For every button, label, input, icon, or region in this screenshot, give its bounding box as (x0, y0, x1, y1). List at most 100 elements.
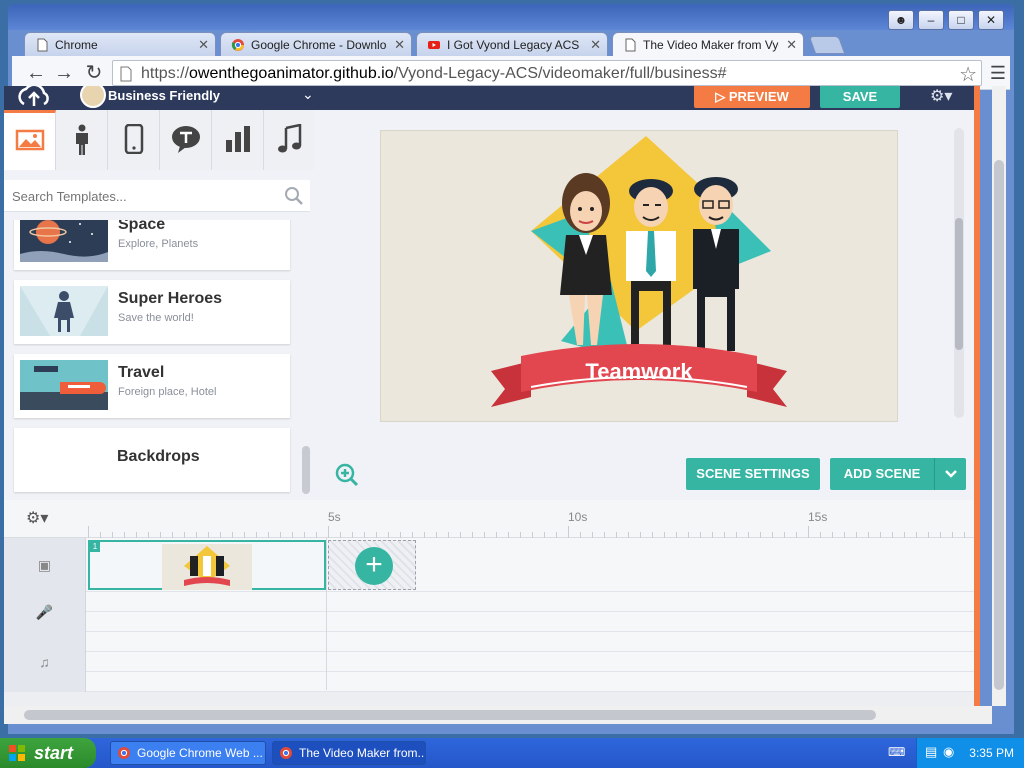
chrome-icon (118, 747, 130, 759)
timeline-scene-1[interactable]: 1 (88, 540, 326, 590)
template-card-backdrops[interactable]: Backdrops (14, 428, 290, 492)
scene-thumbnail (162, 544, 252, 590)
search-input[interactable] (12, 186, 272, 206)
tab-video-maker[interactable]: The Video Maker from Vyond ✕ (612, 32, 804, 57)
scene-banner-text: Teamwork (585, 359, 693, 384)
new-tab-button[interactable] (808, 36, 846, 54)
voice-track-2[interactable] (86, 612, 974, 632)
stage-scrollbar[interactable] (954, 128, 964, 418)
keyboard-icon[interactable]: ⌨ (888, 745, 905, 759)
tab-charts[interactable] (212, 110, 264, 170)
tab-close-icon[interactable]: ✕ (394, 37, 405, 53)
chrome-icon (280, 747, 292, 759)
chevron-down-icon[interactable]: ⌄ (302, 86, 314, 103)
super-heroes-thumbnail (20, 286, 108, 336)
template-card-travel[interactable]: Travel Foreign place, Hotel (14, 354, 290, 418)
template-card-super-heroes[interactable]: Super Heroes Save the world! (14, 280, 290, 344)
music-track[interactable] (86, 632, 974, 652)
start-label: start (34, 743, 74, 763)
forward-arrow-icon[interactable]: → (52, 62, 76, 84)
time-ruler: ⚙▾ 5s 10s 15s (4, 500, 974, 538)
gear-icon[interactable]: ⚙▾ (930, 86, 952, 106)
scene-canvas[interactable]: Teamwork (380, 130, 898, 422)
page-icon (37, 38, 48, 52)
minimize-button[interactable]: – (918, 10, 944, 30)
library-scrollbar[interactable] (302, 446, 310, 494)
timeline-add-scene[interactable]: + (328, 540, 416, 590)
tab-characters[interactable] (56, 110, 108, 170)
tab-text[interactable] (160, 110, 212, 170)
ruler-tick (808, 526, 809, 538)
app-header: Business Friendly ⌄ ▷ PREVIEW SAVE ⚙▾ (4, 86, 974, 110)
page-horizontal-scrollbar[interactable] (4, 706, 992, 724)
search-icon[interactable] (284, 186, 304, 206)
reload-icon[interactable]: ↻ (82, 62, 106, 84)
tab-close-icon[interactable]: ✕ (198, 37, 209, 53)
page-hscroll-thumb[interactable] (24, 710, 876, 720)
back-arrow-icon[interactable]: ← (24, 62, 48, 84)
close-window-button[interactable]: ✕ (978, 10, 1004, 30)
page-icon (120, 66, 132, 82)
music-track-2[interactable] (86, 652, 974, 672)
url-prefix: https:// (141, 65, 190, 82)
address-bar[interactable]: https://owenthegoanimator.github.io/Vyon… (112, 60, 982, 86)
system-tray: ▤ ◉ 3:35 PM (916, 738, 1024, 768)
tab-close-icon[interactable]: ✕ (786, 37, 797, 53)
security-icon[interactable]: ◉ (943, 744, 954, 760)
plus-icon[interactable]: + (355, 547, 393, 585)
taskbar-item-video-maker[interactable]: The Video Maker from... (272, 741, 426, 765)
preview-button[interactable]: ▷ PREVIEW (694, 86, 810, 108)
scene-settings-button[interactable]: SCENE SETTINGS (686, 458, 820, 490)
tab-chrome-download[interactable]: Google Chrome - Download ✕ (220, 32, 412, 56)
page-vertical-scrollbar[interactable] (992, 86, 1006, 706)
tab-close-icon[interactable]: ✕ (590, 37, 601, 53)
taskbar-item-chrome-web[interactable]: Google Chrome Web ... (110, 741, 266, 765)
music-icon (278, 123, 302, 153)
url-path: /Vyond-Legacy-ACS/videomaker/full/busine… (393, 65, 727, 82)
tab-music[interactable] (264, 110, 316, 170)
add-scene-dropdown[interactable] (934, 458, 966, 490)
scene-stage: Teamwork SCENE SETTINGS ADD SCENE (314, 110, 974, 500)
add-scene-button[interactable]: ADD SCENE (830, 458, 934, 490)
tab-backgrounds[interactable] (4, 110, 56, 170)
user-icon[interactable]: ☻ (888, 10, 914, 30)
tab-props[interactable] (108, 110, 160, 170)
tab-youtube[interactable]: I Got Vyond Legacy ACS ✕ (416, 32, 608, 56)
scene-divider (326, 538, 327, 690)
save-button[interactable]: SAVE (820, 86, 900, 108)
clock: 3:35 PM (969, 746, 1014, 760)
template-card-space[interactable]: Space Explore, Planets (14, 220, 290, 270)
stage-scroll-thumb[interactable] (955, 218, 963, 350)
bookmark-star-icon[interactable]: ☆ (959, 62, 977, 87)
space-thumbnail (20, 220, 108, 262)
music-note-icon: ♫ (39, 654, 50, 670)
gear-icon[interactable]: ⚙▾ (26, 508, 48, 528)
template-subtitle: Save the world! (118, 312, 194, 324)
zoom-in-icon[interactable] (334, 462, 360, 488)
start-button[interactable]: start (0, 738, 96, 768)
music-track-label: ♫ (4, 632, 86, 692)
chevron-down-icon (944, 470, 957, 478)
tab-label: The Video Maker from Vyond (643, 38, 779, 52)
phone-icon (124, 123, 143, 155)
template-title: Space (118, 220, 166, 233)
chrome-icon (231, 39, 244, 51)
page-scroll-thumb[interactable] (994, 160, 1004, 690)
tab-chrome[interactable]: Chrome ✕ (24, 32, 216, 56)
theme-name[interactable]: Business Friendly (108, 88, 220, 103)
tab-label: Chrome (55, 38, 98, 52)
browser-toolbar: ← → ↻ https://owenthegoanimator.github.i… (12, 56, 1010, 90)
text-bubble-icon (171, 126, 200, 153)
menu-icon[interactable]: ☰ (986, 62, 1010, 84)
page-icon (625, 38, 636, 52)
template-title: Super Heroes (118, 290, 223, 307)
network-icon[interactable]: ▤ (925, 744, 937, 760)
upload-cloud-icon[interactable] (16, 86, 52, 110)
teamwork-scene: Teamwork (491, 136, 787, 407)
maximize-button[interactable]: □ (948, 10, 974, 30)
avatar[interactable] (80, 86, 106, 108)
chart-icon (225, 126, 250, 152)
voice-track[interactable] (86, 592, 974, 612)
video-track-label: ▣ (4, 538, 86, 592)
music-track-3[interactable] (86, 672, 974, 692)
